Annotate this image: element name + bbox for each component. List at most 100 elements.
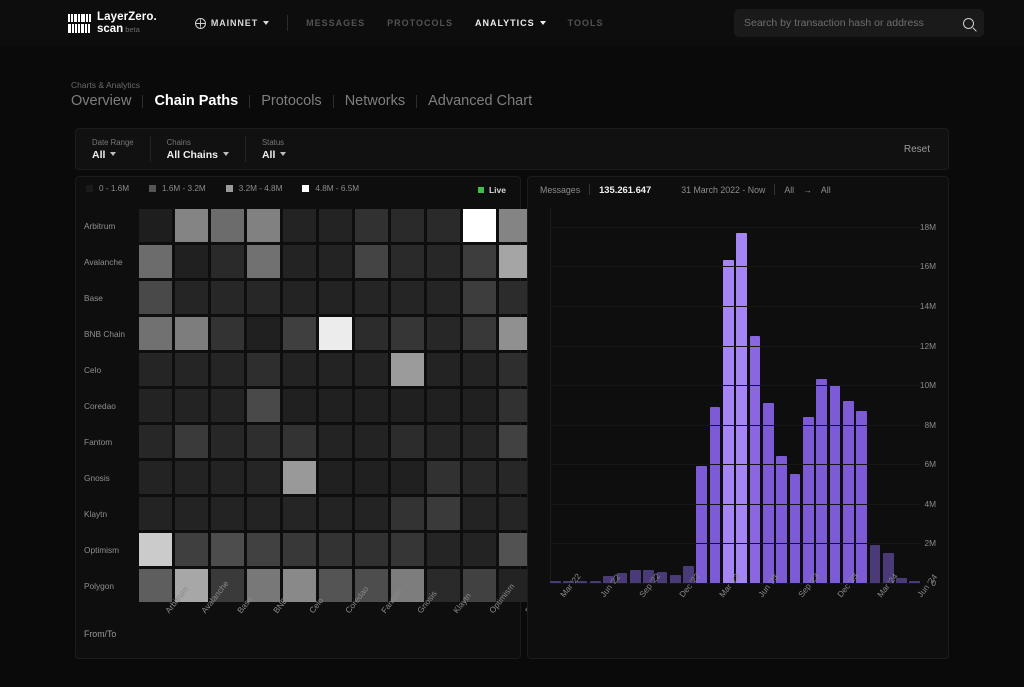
heatmap-cell[interactable] bbox=[175, 461, 208, 494]
heatmap-cell[interactable] bbox=[211, 497, 244, 530]
filter-chains[interactable]: Chains All Chains bbox=[151, 138, 245, 161]
heatmap-cell[interactable] bbox=[211, 353, 244, 386]
heatmap-cell[interactable] bbox=[463, 497, 496, 530]
heatmap-cell[interactable] bbox=[139, 425, 172, 458]
heatmap-cell[interactable] bbox=[139, 317, 172, 350]
filter-status[interactable]: Status All bbox=[246, 138, 302, 161]
heatmap-cell[interactable] bbox=[247, 425, 280, 458]
heatmap-cell[interactable] bbox=[427, 317, 460, 350]
heatmap-cell[interactable] bbox=[427, 497, 460, 530]
chart-bar[interactable] bbox=[696, 466, 708, 583]
heatmap-cell[interactable] bbox=[391, 281, 424, 314]
heatmap-cell[interactable] bbox=[139, 497, 172, 530]
network-selector[interactable]: MAINNET bbox=[194, 17, 270, 29]
heatmap-cell[interactable] bbox=[247, 461, 280, 494]
heatmap-cell[interactable] bbox=[247, 353, 280, 386]
heatmap-cell[interactable] bbox=[283, 317, 316, 350]
heatmap-cell[interactable] bbox=[391, 497, 424, 530]
heatmap-cell[interactable] bbox=[319, 209, 352, 242]
heatmap-cell[interactable] bbox=[355, 353, 388, 386]
heatmap-cell[interactable] bbox=[139, 461, 172, 494]
chart-bar[interactable] bbox=[829, 385, 841, 583]
nav-item-tools[interactable]: TOOLS bbox=[568, 18, 604, 28]
heatmap-cell[interactable] bbox=[139, 389, 172, 422]
chart-bar[interactable] bbox=[789, 474, 801, 583]
heatmap-cell[interactable] bbox=[355, 497, 388, 530]
heatmap-cell[interactable] bbox=[463, 317, 496, 350]
search-box[interactable] bbox=[734, 9, 984, 37]
heatmap-cell[interactable] bbox=[247, 209, 280, 242]
heatmap-cell[interactable] bbox=[463, 461, 496, 494]
heatmap-cell[interactable] bbox=[463, 281, 496, 314]
chart-bar[interactable] bbox=[736, 232, 748, 583]
heatmap-cell[interactable] bbox=[355, 461, 388, 494]
heatmap-cell[interactable] bbox=[175, 317, 208, 350]
heatmap-cell[interactable] bbox=[355, 317, 388, 350]
chart-bar[interactable] bbox=[842, 400, 854, 583]
nav-item-analytics[interactable]: ANALYTICS bbox=[475, 18, 546, 28]
reset-button[interactable]: Reset bbox=[904, 144, 930, 155]
legend-item-0[interactable]: 0 - 1.6M bbox=[86, 184, 129, 193]
heatmap-cell[interactable] bbox=[211, 245, 244, 278]
layerzero-scan-logo[interactable]: LayerZero. scan beta bbox=[68, 11, 157, 35]
search-input[interactable] bbox=[744, 17, 963, 29]
heatmap-cell[interactable] bbox=[463, 533, 496, 566]
heatmap-cell[interactable] bbox=[283, 281, 316, 314]
heatmap-cell[interactable] bbox=[355, 245, 388, 278]
heatmap-cell[interactable] bbox=[319, 245, 352, 278]
heatmap-cell[interactable] bbox=[427, 425, 460, 458]
tab-advanced-chart[interactable]: Advanced Chart bbox=[417, 93, 543, 109]
heatmap-cell[interactable] bbox=[391, 461, 424, 494]
heatmap-cell[interactable] bbox=[247, 569, 280, 602]
chart-bar[interactable] bbox=[749, 335, 761, 583]
heatmap-cell[interactable] bbox=[211, 209, 244, 242]
heatmap-cell[interactable] bbox=[391, 389, 424, 422]
heatmap-cell[interactable] bbox=[175, 353, 208, 386]
heatmap-cell[interactable] bbox=[427, 389, 460, 422]
heatmap-cell[interactable] bbox=[175, 389, 208, 422]
chart-bar[interactable] bbox=[802, 416, 814, 583]
heatmap-cell[interactable] bbox=[283, 389, 316, 422]
heatmap-cell[interactable] bbox=[391, 209, 424, 242]
heatmap-cell[interactable] bbox=[355, 209, 388, 242]
heatmap-cell[interactable] bbox=[175, 209, 208, 242]
heatmap-cell[interactable] bbox=[283, 245, 316, 278]
heatmap-cell[interactable] bbox=[211, 389, 244, 422]
legend-item-1[interactable]: 1.6M - 3.2M bbox=[149, 184, 206, 193]
chart-bar[interactable] bbox=[709, 406, 721, 583]
tab-overview[interactable]: Overview bbox=[68, 93, 142, 109]
heatmap-cell[interactable] bbox=[283, 425, 316, 458]
heatmap-cell[interactable] bbox=[283, 497, 316, 530]
heatmap-cell[interactable] bbox=[319, 569, 352, 602]
chart-bar[interactable] bbox=[723, 260, 734, 583]
search-icon[interactable] bbox=[963, 17, 974, 29]
heatmap-cell[interactable] bbox=[247, 497, 280, 530]
heatmap-cell[interactable] bbox=[247, 533, 280, 566]
heatmap-cell[interactable] bbox=[463, 389, 496, 422]
heatmap-cell[interactable] bbox=[247, 281, 280, 314]
heatmap-cell[interactable] bbox=[427, 245, 460, 278]
heatmap-cell[interactable] bbox=[247, 389, 280, 422]
heatmap-cell[interactable] bbox=[319, 317, 352, 350]
heatmap-cell[interactable] bbox=[319, 389, 352, 422]
heatmap-cell[interactable] bbox=[463, 425, 496, 458]
heatmap-cell[interactable] bbox=[283, 353, 316, 386]
heatmap-cell[interactable] bbox=[391, 533, 424, 566]
heatmap-cell[interactable] bbox=[175, 245, 208, 278]
heatmap-cell[interactable] bbox=[391, 425, 424, 458]
heatmap-cell[interactable] bbox=[247, 245, 280, 278]
heatmap-cell[interactable] bbox=[319, 425, 352, 458]
heatmap-cell[interactable] bbox=[139, 209, 172, 242]
heatmap-cell[interactable] bbox=[319, 497, 352, 530]
heatmap-cell[interactable] bbox=[175, 533, 208, 566]
heatmap-cell[interactable] bbox=[355, 281, 388, 314]
heatmap-cell[interactable] bbox=[355, 389, 388, 422]
heatmap-cell[interactable] bbox=[463, 353, 496, 386]
heatmap-cell[interactable] bbox=[427, 533, 460, 566]
heatmap-cell[interactable] bbox=[283, 533, 316, 566]
heatmap-cell[interactable] bbox=[283, 209, 316, 242]
heatmap-cell[interactable] bbox=[211, 425, 244, 458]
heatmap-cell[interactable] bbox=[139, 533, 172, 566]
heatmap-cell[interactable] bbox=[139, 569, 172, 602]
nav-item-messages[interactable]: MESSAGES bbox=[306, 18, 365, 28]
